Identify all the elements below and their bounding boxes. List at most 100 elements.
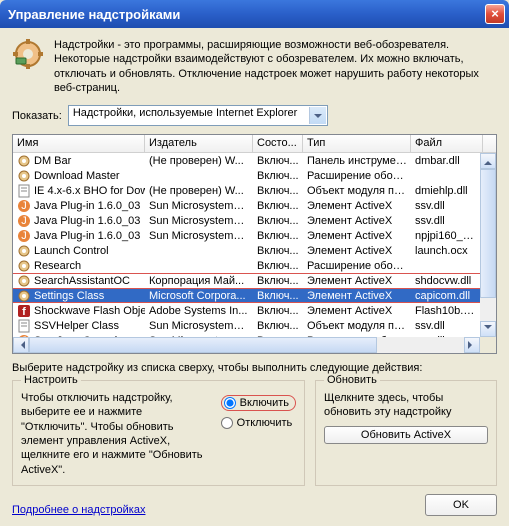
vertical-scrollbar[interactable] bbox=[480, 153, 496, 337]
row-name: Settings Class bbox=[34, 290, 104, 302]
row-file: ssv.dll bbox=[411, 215, 483, 227]
footer: Подробнее о надстройках OK bbox=[12, 494, 497, 516]
row-name: SearchAssistantOC bbox=[34, 275, 130, 287]
doc-icon bbox=[17, 319, 31, 333]
row-file: Flash10b.ocx bbox=[411, 305, 483, 317]
gear-small-icon bbox=[17, 289, 31, 303]
row-type: Панель инструмен... bbox=[303, 155, 411, 167]
close-button[interactable]: × bbox=[485, 4, 505, 24]
titlebar[interactable]: Управление надстройками × bbox=[0, 0, 509, 28]
more-info-link[interactable]: Подробнее о надстройках bbox=[12, 504, 145, 516]
col-state[interactable]: Состо... bbox=[253, 135, 303, 152]
horizontal-scrollbar[interactable] bbox=[13, 337, 480, 353]
show-dropdown-value: Надстройки, используемые Internet Explor… bbox=[73, 107, 297, 119]
col-file[interactable]: Файл bbox=[411, 135, 483, 152]
java-icon: J bbox=[17, 214, 31, 228]
table-row[interactable]: Download MasterВключ...Расширение обозр.… bbox=[13, 168, 496, 183]
row-type: Расширение обозр... bbox=[303, 170, 411, 182]
table-row[interactable]: J Java Plug-in 1.6.0_03 Sun Microsystems,.… bbox=[13, 198, 496, 213]
gear-small-icon bbox=[17, 169, 31, 183]
update-help-text: Щелкните здесь, чтобы обновить эту надст… bbox=[324, 391, 488, 420]
list-body[interactable]: DM Bar(Не проверен) W...Включ...Панель и… bbox=[13, 153, 496, 348]
row-type: Элемент ActiveX bbox=[303, 305, 411, 317]
row-state: Включ... bbox=[253, 275, 303, 287]
row-name: Java Plug-in 1.6.0_03 bbox=[34, 200, 140, 212]
scroll-right-button[interactable] bbox=[464, 337, 480, 353]
row-type: Расширение обозр... bbox=[303, 260, 411, 272]
scroll-left-button[interactable] bbox=[13, 337, 29, 353]
table-row[interactable]: IE 4.x-6.x BHO for Dow...(Не проверен) W… bbox=[13, 183, 496, 198]
scroll-thumb-v[interactable] bbox=[480, 169, 496, 298]
row-publisher: (Не проверен) W... bbox=[145, 155, 253, 167]
scroll-thumb-h[interactable] bbox=[29, 337, 377, 353]
col-type[interactable]: Тип bbox=[303, 135, 411, 152]
update-group-title: Обновить bbox=[324, 374, 380, 386]
row-name: Java Plug-in 1.6.0_03 bbox=[34, 230, 140, 242]
row-file: shdocvw.dll bbox=[411, 275, 483, 287]
row-state: Включ... bbox=[253, 185, 303, 197]
ok-button[interactable]: OK bbox=[425, 494, 497, 516]
col-publisher[interactable]: Издатель bbox=[145, 135, 253, 152]
row-publisher: Sun Microsystems,... bbox=[145, 200, 253, 212]
info-text: Надстройки - это программы, расширяющие … bbox=[54, 38, 497, 95]
table-row[interactable]: fShockwave Flash ObjectAdobe Systems In.… bbox=[13, 303, 496, 318]
row-file: ssv.dll bbox=[411, 200, 483, 212]
row-file: dmbar.dll bbox=[411, 155, 483, 167]
row-file: ssv.dll bbox=[411, 320, 483, 332]
scroll-up-button[interactable] bbox=[480, 153, 496, 169]
col-name[interactable]: Имя bbox=[13, 135, 145, 152]
row-name: SSVHelper Class bbox=[34, 320, 119, 332]
settings-help-text: Чтобы отключить надстройку, выберите ее … bbox=[21, 391, 209, 477]
info-row: Надстройки - это программы, расширяющие … bbox=[12, 38, 497, 95]
table-row[interactable]: JJava Plug-in 1.6.0_03Sun Microsystems,.… bbox=[13, 213, 496, 228]
row-type: Элемент ActiveX bbox=[303, 275, 411, 287]
table-row[interactable]: ResearchВключ...Расширение обозр... bbox=[13, 258, 496, 273]
row-file: dmiehlp.dll bbox=[411, 185, 483, 197]
row-type: Элемент ActiveX bbox=[303, 245, 411, 257]
row-state: Включ... bbox=[253, 230, 303, 242]
row-name: Launch Control bbox=[34, 245, 109, 257]
row-name: DM Bar bbox=[34, 155, 71, 167]
svg-text:J: J bbox=[21, 200, 27, 212]
scroll-down-button[interactable] bbox=[480, 321, 496, 337]
show-row: Показать: Надстройки, используемые Inter… bbox=[12, 105, 497, 126]
row-publisher: Sun Microsystems,... bbox=[145, 230, 253, 242]
table-row[interactable]: SSVHelper ClassSun Microsystems,...Включ… bbox=[13, 318, 496, 333]
show-dropdown[interactable]: Надстройки, используемые Internet Explor… bbox=[68, 105, 328, 126]
row-type: Элемент ActiveX bbox=[303, 230, 411, 242]
update-activex-button[interactable]: Обновить ActiveX bbox=[324, 426, 488, 444]
update-group: Обновить Щелкните здесь, чтобы обновить … bbox=[315, 380, 497, 486]
row-type: Элемент ActiveX bbox=[303, 215, 411, 227]
table-row[interactable]: Settings Class Microsoft Corpora...Включ.… bbox=[13, 288, 496, 303]
disable-radio[interactable] bbox=[221, 417, 233, 429]
disable-radio-label: Отключить bbox=[237, 417, 293, 429]
radio-column: Включить Отключить bbox=[221, 391, 296, 477]
disable-radio-row[interactable]: Отключить bbox=[221, 417, 296, 429]
row-state: Включ... bbox=[253, 245, 303, 257]
row-name: Shockwave Flash Object bbox=[34, 305, 145, 317]
row-state: Включ... bbox=[253, 305, 303, 317]
addon-list: Имя Издатель Состо... Тип Файл DM Bar (Не… bbox=[12, 134, 497, 354]
row-publisher: Microsoft Corpora... bbox=[145, 290, 253, 302]
row-state: Включ... bbox=[253, 290, 303, 302]
dialog-content: Надстройки - это программы, расширяющие … bbox=[0, 28, 509, 526]
table-row[interactable]: SearchAssistantOC Корпорация Май...Включ.… bbox=[13, 273, 496, 288]
table-row[interactable]: Launch ControlВключ...Элемент ActiveXlau… bbox=[13, 243, 496, 258]
table-row[interactable]: JJava Plug-in 1.6.0_03Sun Microsystems,.… bbox=[13, 228, 496, 243]
svg-text:f: f bbox=[22, 306, 26, 318]
row-state: Включ... bbox=[253, 155, 303, 167]
row-publisher: Sun Microsystems,... bbox=[145, 320, 253, 332]
settings-group-title: Настроить bbox=[21, 374, 81, 386]
enable-radio-row[interactable]: Включить bbox=[221, 395, 296, 411]
row-state: Включ... bbox=[253, 215, 303, 227]
enable-radio[interactable] bbox=[224, 397, 236, 409]
row-name: Java Plug-in 1.6.0_03 bbox=[34, 215, 140, 227]
doc-icon bbox=[17, 184, 31, 198]
row-publisher: Корпорация Май... bbox=[145, 275, 253, 287]
row-state: Включ... bbox=[253, 200, 303, 212]
table-row[interactable]: DM Bar (Не проверен) W...Включ...Панель и… bbox=[13, 153, 496, 168]
row-name: Research bbox=[34, 260, 81, 272]
instruction-text: Выберите надстройку из списка сверху, чт… bbox=[12, 362, 497, 374]
row-name: IE 4.x-6.x BHO for Dow... bbox=[34, 185, 145, 197]
row-name: Download Master bbox=[34, 170, 120, 182]
